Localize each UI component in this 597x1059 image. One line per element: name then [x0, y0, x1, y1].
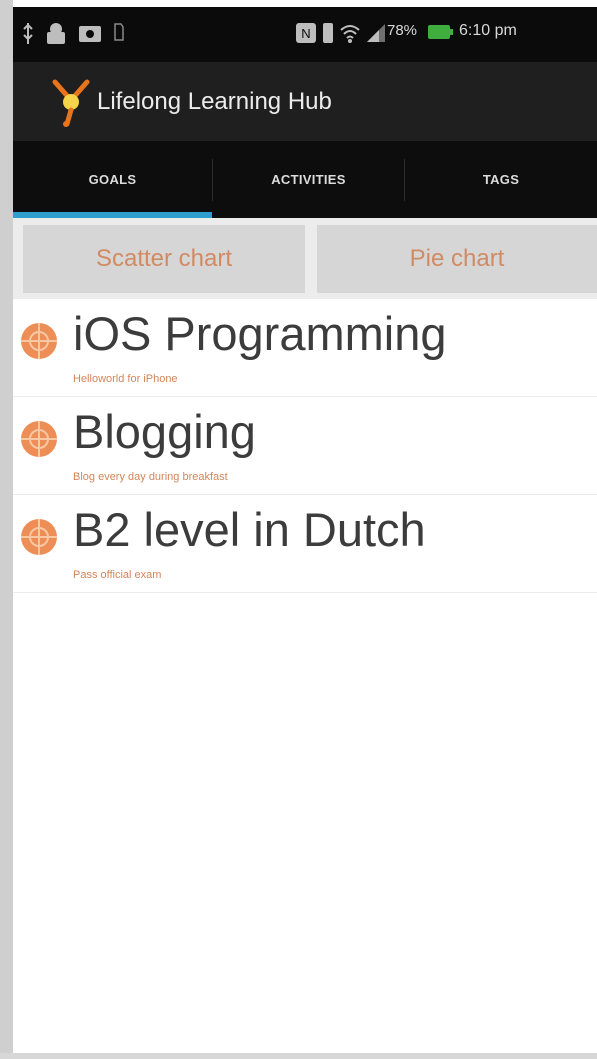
goal-title: iOS Programming: [73, 307, 447, 360]
pie-chart-label: Pie chart: [409, 245, 505, 272]
goal-subtitle: Pass official exam: [73, 569, 162, 581]
clock: 6:10 pm: [459, 22, 517, 39]
app-title: Lifelong Learning Hub: [97, 88, 332, 115]
svg-text:N: N: [301, 26, 310, 41]
tab-label: GOALS: [88, 172, 137, 187]
tab-tags[interactable]: TAGS: [405, 141, 597, 218]
nfc-icon: N: [296, 23, 316, 43]
tab-label: ACTIVITIES: [271, 172, 346, 187]
scatter-chart-label: Scatter chart: [95, 245, 233, 272]
sd-card-icon: [114, 23, 124, 41]
battery-percent: 78%: [387, 22, 418, 39]
goal-subtitle: Blog every day during breakfast: [73, 471, 228, 483]
goal-subtitle: Helloworld for iPhone: [73, 373, 178, 385]
goal-target-icon: [21, 421, 57, 457]
tab-goals[interactable]: GOALS: [13, 141, 212, 218]
vibrate-icon: [323, 23, 333, 43]
goal-item-b2-dutch[interactable]: B2 level in Dutch Pass official exam: [13, 495, 597, 593]
battery-icon: [428, 25, 453, 39]
signal-icon: [367, 24, 385, 42]
status-bar: N 78% 6:10 pm: [13, 7, 597, 62]
goal-list: iOS Programming Helloworld for iPhone Bl…: [13, 299, 597, 593]
goal-item-ios-programming[interactable]: iOS Programming Helloworld for iPhone: [13, 299, 597, 397]
screen-edge: [0, 0, 13, 1059]
android-debug-icon: [47, 23, 65, 44]
usb-icon: [23, 23, 33, 44]
tab-bar: GOALS ACTIVITIES TAGS: [13, 141, 597, 218]
app-screen: N 78% 6:10 pm Lifelong Learning Hub GOAL…: [13, 7, 597, 1053]
goal-target-icon: [21, 519, 57, 555]
wifi-icon: [340, 25, 360, 43]
goal-item-blogging[interactable]: Blogging Blog every day during breakfast: [13, 397, 597, 495]
goal-target-icon: [21, 323, 57, 359]
goal-title: B2 level in Dutch: [73, 503, 426, 556]
goal-title: Blogging: [73, 405, 256, 458]
action-bar: Lifelong Learning Hub: [13, 62, 597, 141]
phone-frame: N 78% 6:10 pm Lifelong Learning Hub GOAL…: [0, 0, 597, 1059]
app-logo-icon[interactable]: [51, 76, 91, 128]
scatter-chart-button[interactable]: Scatter chart: [23, 225, 305, 293]
tab-label: TAGS: [482, 172, 520, 187]
pie-chart-button[interactable]: Pie chart: [317, 225, 597, 293]
screen-bottom-edge: [0, 1053, 597, 1059]
screenshot-icon: [79, 26, 101, 42]
chart-button-row: Scatter chart Pie chart: [13, 218, 597, 299]
tab-activities[interactable]: ACTIVITIES: [213, 141, 404, 218]
